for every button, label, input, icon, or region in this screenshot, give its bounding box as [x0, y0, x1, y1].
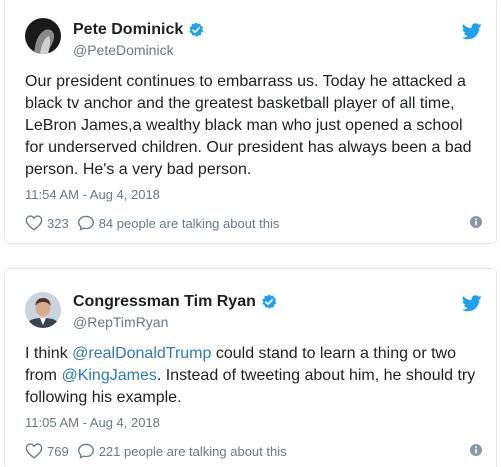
text-segment: following his example. [25, 389, 182, 406]
like-button[interactable]: 769 [25, 443, 69, 459]
reply-button[interactable]: 84 people are talking about this [77, 215, 280, 231]
user-handle[interactable]: @PeteDominick [73, 42, 174, 58]
like-count: 323 [47, 215, 69, 231]
mention-link-realdonaldtrump[interactable]: @realDonaldTrump [72, 345, 211, 362]
text-segment: from [25, 367, 62, 384]
tweet-text-line: for underserved children. Our president … [25, 137, 487, 159]
tweet-timestamp[interactable]: 11:54 AM - Aug 4, 2018 [25, 187, 160, 202]
info-icon[interactable] [470, 216, 482, 228]
tweet-actions: 769 221 people are talking about this [25, 441, 482, 461]
text-segment: . Instead of tweeting about him, he shou… [156, 367, 476, 384]
speech-bubble-icon [77, 215, 94, 231]
tweet-card: Congressman Tim Ryan @RepTimRyan I think… [4, 268, 497, 467]
like-button[interactable]: 323 [25, 215, 69, 231]
heart-icon [25, 215, 43, 231]
mention-link-kingjames[interactable]: @KingJames [61, 367, 156, 384]
display-name[interactable]: Pete Dominick [73, 21, 204, 39]
text-segment: LeBron James,a wealthy black man who jus… [25, 117, 463, 134]
conversation-count: 221 people are talking about this [98, 443, 287, 459]
avatar[interactable] [25, 292, 61, 328]
tweet-text-line: black tv anchor and the greatest basketb… [25, 93, 487, 115]
verified-badge-icon [188, 22, 204, 38]
text-segment: for underserved children. Our president … [25, 139, 472, 156]
tweet-timestamp[interactable]: 11:05 AM - Aug 4, 2018 [25, 415, 160, 430]
text-segment: could stand to learn a thing or two [211, 345, 456, 362]
tweet-text-line: LeBron James,a wealthy black man who jus… [25, 115, 487, 137]
text-segment: I think [25, 345, 73, 362]
display-name[interactable]: Congressman Tim Ryan [73, 293, 277, 311]
conversation-count: 84 people are talking about this [98, 215, 280, 231]
tweet-text-line: following his example. [25, 387, 487, 409]
tweet-actions: 323 84 people are talking about this [25, 213, 482, 233]
avatar[interactable] [25, 18, 61, 54]
tweet-text-line: I think @realDonaldTrump could stand to … [25, 343, 487, 365]
speech-bubble-icon [77, 443, 94, 459]
twitter-bird-icon[interactable] [461, 23, 482, 40]
tweet-text-line: person. He's a very bad person. [25, 159, 487, 181]
tweet-text-line: Our president continues to embarrass us.… [25, 71, 487, 93]
like-count: 769 [47, 443, 69, 459]
tweet-text: I think @realDonaldTrump could stand to … [25, 343, 487, 409]
text-segment: person. He's a very bad person. [25, 161, 252, 178]
tweet-text: Our president continues to embarrass us.… [25, 71, 487, 181]
text-segment: Our president continues to embarrass us.… [25, 73, 466, 90]
tweet-text-line: from @KingJames. Instead of tweeting abo… [25, 365, 487, 387]
heart-icon [25, 443, 43, 459]
tweet-card: Pete Dominick @PeteDominick Our presiden… [4, 0, 497, 244]
twitter-bird-icon[interactable] [461, 295, 482, 312]
user-handle[interactable]: @RepTimRyan [73, 314, 168, 330]
verified-badge-icon [261, 294, 277, 310]
text-segment: black tv anchor and the greatest basketb… [25, 95, 455, 112]
reply-button[interactable]: 221 people are talking about this [77, 443, 287, 459]
info-icon[interactable] [470, 444, 482, 456]
